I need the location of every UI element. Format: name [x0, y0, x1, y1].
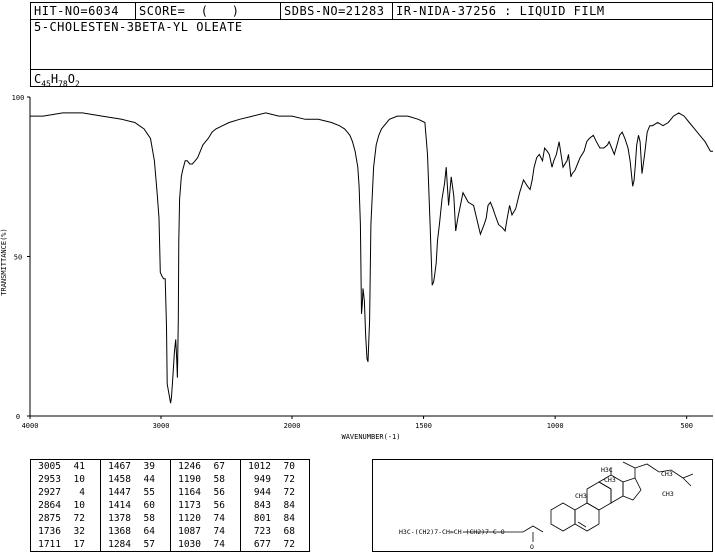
- peak-row: 1246 67: [178, 461, 225, 472]
- y-tick-label: 0: [16, 413, 20, 421]
- ch3-right-label-1: CH3: [661, 470, 673, 478]
- peak-column-4: 1012 70 949 72 944 72 843 84 801 84 723 68 677…: [241, 460, 309, 551]
- x-tick-label: 4000: [22, 422, 39, 430]
- peak-row: 2927 4: [38, 487, 85, 498]
- molecular-formula: C45H78O2: [31, 69, 712, 88]
- peak-row: 1378 58: [108, 513, 155, 524]
- peak-row: 1030 74: [178, 539, 225, 550]
- peak-row: 723 68: [253, 526, 295, 537]
- peak-row: 1368 64: [108, 526, 155, 537]
- peak-table: 3005 41 2953 10 2927 4 2864 10 2875 72 1736 32…: [30, 459, 310, 552]
- sdbs-number: SDBS-NO=21283: [281, 3, 393, 19]
- peak-row: 1458 44: [108, 474, 155, 485]
- x-tick-label: 1000: [547, 422, 564, 430]
- y-tick-label: 100: [12, 94, 25, 102]
- ch3-ring-label-1: CH3: [575, 492, 587, 500]
- peak-row: 1164 56: [178, 487, 225, 498]
- x-tick-label: 3000: [153, 422, 170, 430]
- spectrum-line: [30, 112, 713, 404]
- x-ticks: 4000 3000 2000 1500 1000 500: [22, 416, 693, 430]
- peak-column-3: 1246 67 1190 58 1164 56 1173 56 1120 74 1087 7…: [171, 460, 241, 551]
- x-tick-label: 2000: [284, 422, 301, 430]
- x-tick-label: 1500: [415, 422, 432, 430]
- ir-info: IR-NIDA-37256 : LIQUID FILM: [396, 4, 605, 18]
- y-ticks: 0 50 100: [12, 94, 30, 421]
- score-field: SCORE= ( ): [136, 3, 281, 19]
- h3c-top-label: H3C: [601, 466, 613, 474]
- peak-row: 1447 55: [108, 487, 155, 498]
- oleate-chain-label: H3C-(CH2)7-CH=CH-(CH2)7-C-O: [399, 528, 505, 536]
- peak-column-1: 3005 41 2953 10 2927 4 2864 10 2875 72 1736 32…: [31, 460, 101, 551]
- peak-row: 843 84: [253, 500, 295, 511]
- peak-row: 1087 74: [178, 526, 225, 537]
- header-box: HIT-NO=6034 SCORE= ( ) SDBS-NO=21283 IR-…: [30, 2, 713, 88]
- peak-row: 1467 39: [108, 461, 155, 472]
- peak-row: 1190 58: [178, 474, 225, 485]
- ch3-right-label-2: CH3: [662, 490, 674, 498]
- peak-row: 1012 70: [248, 461, 295, 472]
- molecule-structure: H3C CH3 CH3 CH3 CH3 H3C-(CH2)7-CH=CH-(CH…: [399, 461, 694, 551]
- y-axis-label: TRANSMITTANCE(%): [0, 228, 8, 295]
- peak-row: 2875 72: [38, 513, 85, 524]
- peak-row: 801 84: [253, 513, 295, 524]
- y-tick-label: 50: [14, 254, 22, 262]
- x-axis-label: WAVENUMBER(-1): [341, 433, 400, 441]
- peak-row: 3005 41: [38, 461, 85, 472]
- peak-row: 1120 74: [178, 513, 225, 524]
- peak-row: 2864 10: [38, 500, 85, 511]
- peak-row: 944 72: [253, 487, 295, 498]
- hit-number: HIT-NO=6034: [31, 3, 136, 19]
- peak-row: 1284 57: [108, 539, 155, 550]
- carbonyl-oxygen-label: O: [530, 543, 534, 551]
- ir-spectrum-chart: 0 50 100 4000 3000 2000 1500 1000 500 TRANSMITT…: [0, 94, 713, 441]
- x-tick-label: 500: [680, 422, 693, 430]
- compound-name: 5-CHOLESTEN-3BETA-YL OLEATE: [34, 20, 243, 34]
- peak-row: 949 72: [253, 474, 295, 485]
- peak-row: 1736 32: [38, 526, 85, 537]
- peak-row: 677 72: [253, 539, 295, 550]
- peak-row: 1414 60: [108, 500, 155, 511]
- peak-row: 1711 17: [38, 539, 85, 550]
- peak-row: 1173 56: [178, 500, 225, 511]
- peak-row: 2953 10: [38, 474, 85, 485]
- header-row: HIT-NO=6034 SCORE= ( ) SDBS-NO=21283 IR-…: [31, 3, 712, 20]
- peak-column-2: 1467 39 1458 44 1447 55 1414 60 1378 58 1368 6…: [101, 460, 171, 551]
- structure-box: H3C CH3 CH3 CH3 CH3 H3C-(CH2)7-CH=CH-(CH…: [372, 459, 713, 552]
- ch3-ring-label-2: CH3: [604, 476, 616, 484]
